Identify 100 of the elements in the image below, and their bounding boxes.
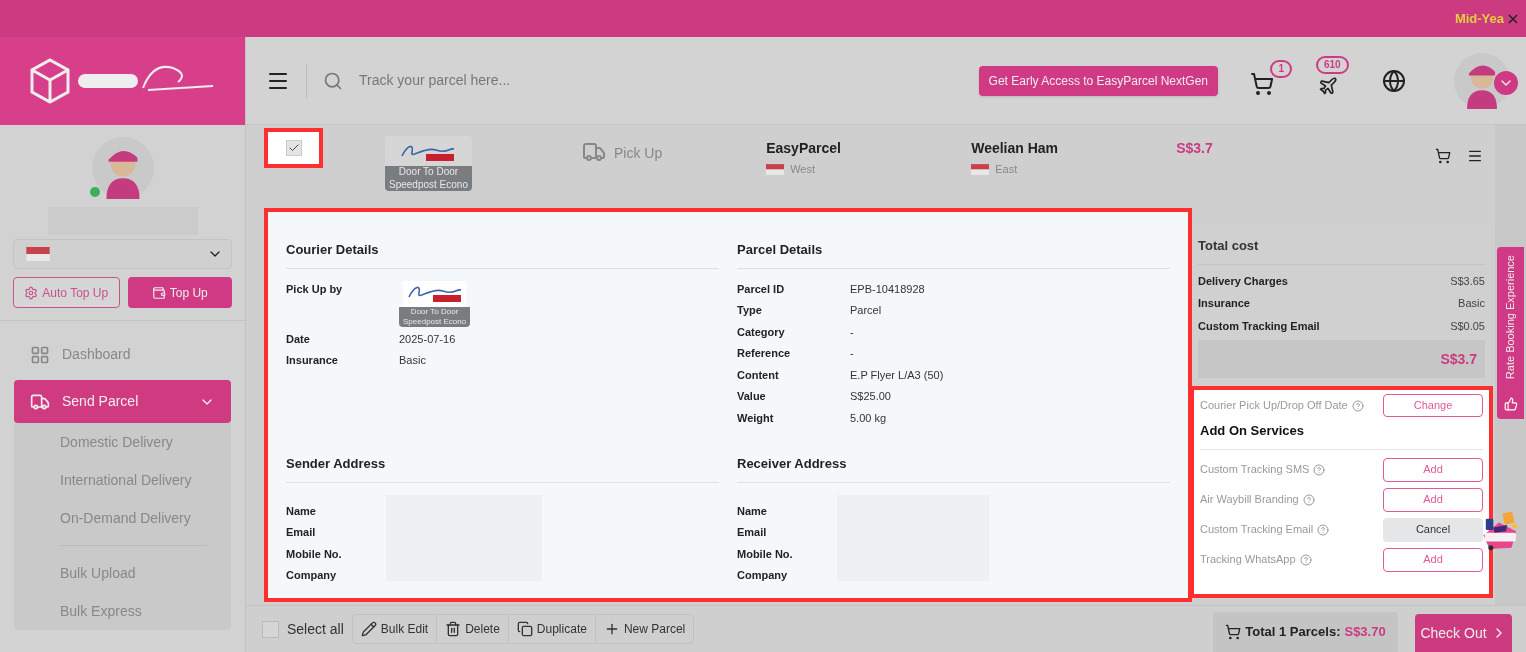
menu-icon[interactable] [1467, 148, 1483, 164]
field-value: - [850, 324, 854, 340]
section-title: Courier Details [286, 240, 719, 269]
nav-subitem[interactable]: Domestic Delivery [60, 423, 207, 461]
help-icon[interactable] [1299, 553, 1312, 566]
field-value: 2025-07-16 [399, 331, 456, 347]
help-icon[interactable] [1351, 399, 1364, 412]
checkout-button[interactable]: Check Out [1415, 614, 1512, 652]
flag-icon [766, 163, 785, 175]
field-value: Basic [399, 353, 426, 368]
total-value: S$3.7 [1440, 349, 1477, 369]
field-label: Custom Tracking Email [1198, 318, 1320, 334]
notification-count-badge: 610 [1316, 55, 1349, 74]
service-badge: Door To Door Speedpost Econo [385, 166, 472, 191]
add-on-title: Add On Services [1200, 421, 1483, 450]
total-parcels-value: S$3.70 [1344, 623, 1386, 642]
field-label: Delivery Charges [1198, 273, 1288, 289]
card-title: Total cost [1198, 236, 1485, 265]
country-select[interactable] [13, 239, 232, 269]
parcel-price: S$3.7 [1176, 139, 1213, 158]
field-label: Content [737, 367, 780, 383]
service-label: Custom Tracking Email [1200, 522, 1314, 538]
rate-booking-tab[interactable]: Rate Booking Experience [1497, 247, 1524, 419]
field-label: Insurance [1198, 296, 1250, 311]
sender-region: West [790, 162, 816, 177]
search-field[interactable]: Track your parcel here... [359, 70, 659, 91]
add-on-button[interactable]: Add [1383, 547, 1483, 572]
section-title: Receiver Address [737, 454, 1170, 483]
trash-icon [445, 621, 462, 637]
service-label: Custom Tracking SMS [1200, 462, 1310, 478]
cart-icon[interactable] [1250, 71, 1274, 96]
help-icon[interactable] [1302, 493, 1315, 506]
wallet-icon [151, 285, 166, 300]
select-all-label: Select all [287, 619, 344, 639]
service-label: Air Waybill Branding [1200, 492, 1299, 508]
cart-icon[interactable] [1435, 148, 1451, 164]
add-on-button[interactable]: Cancel [1383, 517, 1483, 542]
receiver-region: East [995, 162, 1018, 177]
field-value: E.P Flyer L/A3 (50) [850, 367, 944, 383]
top-up-button[interactable]: Top Up [127, 277, 232, 308]
add-on-button[interactable]: Add [1383, 457, 1483, 482]
field-label: Company [737, 568, 789, 583]
field-value: EPB-10418928 [850, 281, 925, 297]
field-label: Name [737, 503, 768, 519]
nav-subitem[interactable]: Bulk Express [60, 592, 207, 630]
field-label: Mobile No. [737, 546, 794, 562]
section-title: Sender Address [286, 454, 719, 483]
field-label: Date [286, 331, 311, 347]
bulk-action-button[interactable]: Duplicate [508, 615, 596, 643]
help-icon[interactable] [1313, 463, 1326, 476]
section-title: Parcel Details [737, 240, 1170, 269]
nav-subitem[interactable]: On-Demand Delivery [60, 499, 207, 537]
cart-icon [1225, 624, 1242, 640]
search-icon [323, 70, 343, 91]
field-value: Parcel [850, 303, 882, 318]
field-label: Name [286, 503, 317, 519]
truck-icon [581, 140, 606, 164]
total-parcels-label: Total 1 Parcels: [1245, 623, 1341, 642]
courier-logo-icon [402, 280, 467, 307]
cost-value: S$3.65 [1450, 273, 1485, 289]
top-up-button[interactable]: Auto Top Up [13, 277, 120, 308]
field-label: Parcel ID [737, 281, 786, 297]
row-checkbox[interactable] [285, 140, 302, 156]
field-label: Mobile No. [286, 546, 343, 562]
nav-subitem[interactable]: Bulk Upload [60, 554, 207, 592]
cost-value: S$0.05 [1450, 318, 1485, 334]
help-icon[interactable] [1317, 523, 1330, 536]
receiver-name: Weelian Ham [971, 139, 1060, 158]
close-icon[interactable] [1508, 13, 1518, 24]
field-label: Category [737, 324, 786, 340]
delivery-method: Pick Up [613, 144, 663, 163]
bulk-action-button[interactable]: New Parcel [595, 615, 694, 643]
select-all-checkbox[interactable] [262, 620, 279, 638]
field-label: Email [737, 525, 768, 540]
bulk-action-button[interactable]: Delete [437, 615, 509, 643]
field-value: S$25.00 [850, 389, 891, 404]
field-value: - [850, 346, 854, 361]
early-access-button[interactable]: Get Early Access to EasyParcel NextGen [978, 65, 1218, 96]
globe-icon[interactable] [1382, 68, 1406, 93]
service-badge: Door To Door Speedpost Econo [399, 306, 471, 327]
bulk-action-button[interactable]: Bulk Edit [352, 615, 438, 643]
field-label: Insurance [286, 353, 339, 368]
cost-value: Basic [1458, 296, 1485, 311]
nav-item[interactable]: Dashboard [14, 333, 231, 376]
field-label: Company [286, 568, 338, 583]
field-label: Pick Up by [286, 281, 344, 297]
field-value: 5.00 kg [850, 410, 887, 426]
cart-count-badge: 1 [1270, 59, 1292, 78]
date-label: Courier Pick Up/Drop Off Date [1200, 398, 1348, 414]
nav-item[interactable]: Send Parcel [14, 380, 231, 423]
gear-icon [24, 285, 39, 300]
plane-icon[interactable] [1318, 75, 1338, 96]
add-on-button[interactable]: Add [1383, 487, 1483, 512]
change-date-button[interactable]: Change [1383, 394, 1483, 417]
copy-icon [516, 621, 533, 637]
promo-text: Mid-Yea [1454, 9, 1504, 28]
avatar-icon [91, 137, 154, 199]
field-label: Weight [737, 410, 775, 426]
thumbs-up-icon [1503, 397, 1518, 411]
nav-subitem[interactable]: International Delivery [60, 461, 207, 499]
